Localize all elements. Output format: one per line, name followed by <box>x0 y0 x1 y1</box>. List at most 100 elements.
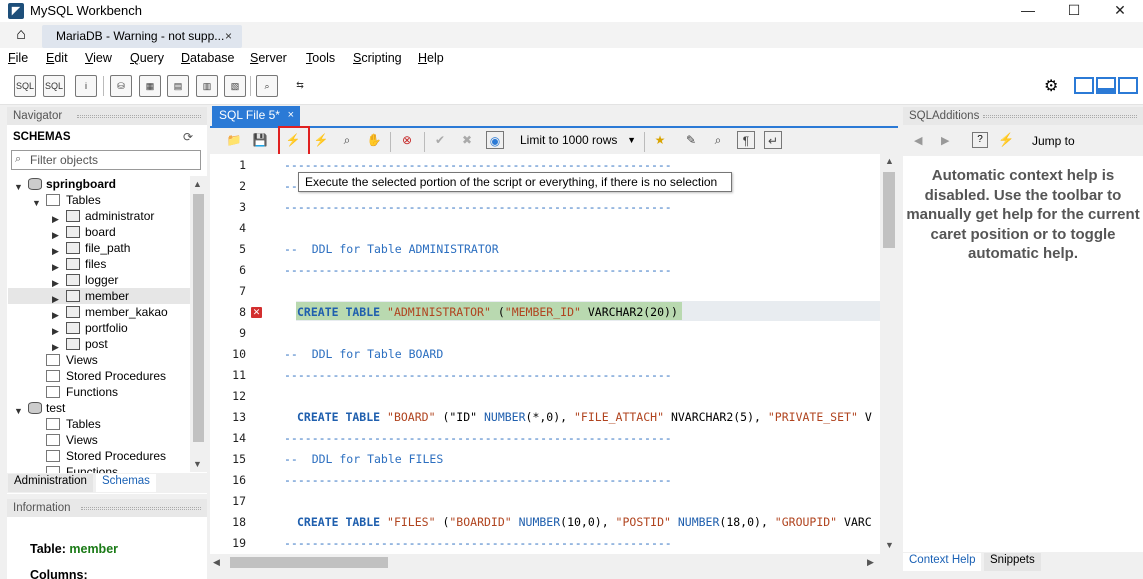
tab-schemas[interactable]: Schemas <box>96 474 156 492</box>
scroll-down-icon[interactable]: ▼ <box>193 459 202 469</box>
stop-icon[interactable]: ✋ <box>365 131 383 149</box>
scrollbar-thumb[interactable] <box>883 172 895 248</box>
execute-current-statement-icon[interactable]: ⚡ <box>312 131 330 149</box>
scrollbar-thumb[interactable] <box>193 194 204 442</box>
table-icon <box>66 210 80 222</box>
explain-icon[interactable]: ⌕ <box>338 131 356 149</box>
back-icon[interactable]: ◀ <box>914 134 922 147</box>
open-folder-icon[interactable]: 📁 <box>225 131 243 149</box>
menu-view[interactable]: View <box>85 51 112 65</box>
gear-icon[interactable]: ⚙ <box>1044 76 1058 96</box>
create-procedure-icon[interactable]: ▥ <box>196 75 218 97</box>
open-sql-script-icon[interactable]: SQL <box>43 75 65 97</box>
table-icon <box>66 290 80 302</box>
expand-arrow-icon[interactable]: ▼ <box>14 179 23 195</box>
add-snippet-icon[interactable]: ★ <box>651 131 669 149</box>
filter-input[interactable] <box>30 152 198 168</box>
line-number: 9 <box>239 326 246 340</box>
table-item[interactable]: board <box>85 224 116 240</box>
commit-icon[interactable]: ✔ <box>431 131 449 149</box>
close-icon[interactable]: × <box>225 25 232 47</box>
table-item[interactable]: administrator <box>85 208 154 224</box>
tab-snippets[interactable]: Snippets <box>984 553 1041 571</box>
home-icon[interactable]: ⌂ <box>6 24 36 46</box>
invisible-chars-icon[interactable]: ¶ <box>737 131 755 149</box>
table-item[interactable]: files <box>85 256 106 272</box>
close-icon[interactable]: × <box>288 106 294 125</box>
reconnect-icon[interactable]: ⇆ <box>289 75 311 97</box>
toggle-output-icon[interactable] <box>1096 77 1116 94</box>
schema-springboard[interactable]: springboard <box>46 176 116 192</box>
create-schema-icon[interactable]: ⛁ <box>110 75 132 97</box>
functions-node[interactable]: Functions <box>66 465 118 473</box>
tables-node[interactable]: Tables <box>66 416 101 432</box>
scroll-left-icon[interactable]: ◀ <box>213 557 220 568</box>
scroll-up-icon[interactable]: ▲ <box>885 156 894 166</box>
toggle-sidebar-icon[interactable] <box>1074 77 1094 94</box>
tab-administration[interactable]: Administration <box>8 474 93 492</box>
search-table-data-icon[interactable]: ⌕ <box>256 75 278 97</box>
menu-file[interactable]: File <box>8 51 28 65</box>
toggle-secondary-sidebar-icon[interactable] <box>1118 77 1138 94</box>
jump-to-label[interactable]: Jump to <box>1032 134 1075 148</box>
tab-sql-file[interactable]: SQL File 5* × <box>212 106 300 127</box>
table-icon <box>66 322 80 334</box>
minimize-button[interactable]: — <box>1005 0 1051 22</box>
schema-test[interactable]: test <box>46 400 65 416</box>
create-function-icon[interactable]: ▧ <box>224 75 246 97</box>
table-icon <box>66 338 80 350</box>
menu-server[interactable]: Server <box>250 51 287 65</box>
close-button[interactable]: ✕ <box>1097 0 1143 22</box>
connection-tab[interactable]: MariaDB - Warning - not supp... × <box>42 25 242 48</box>
database-icon <box>28 178 42 190</box>
table-item-selected[interactable]: member <box>85 288 129 304</box>
scrollbar-thumb[interactable] <box>230 557 388 568</box>
expand-arrow-icon[interactable]: ▼ <box>32 195 41 211</box>
functions-node[interactable]: Functions <box>66 384 118 400</box>
tables-folder-icon <box>46 418 60 430</box>
line-number: 17 <box>232 494 246 508</box>
execute-tooltip: Execute the selected portion of the scri… <box>298 172 732 192</box>
rollback-icon[interactable]: ✖ <box>458 131 476 149</box>
table-icon <box>66 226 80 238</box>
menu-edit[interactable]: Edit <box>46 51 68 65</box>
word-wrap-icon[interactable]: ↵ <box>764 131 782 149</box>
menu-tools[interactable]: Tools <box>306 51 335 65</box>
autocommit-icon[interactable]: ◉ <box>486 131 504 149</box>
refresh-icon[interactable]: ⟳ <box>183 130 193 144</box>
tab-context-help[interactable]: Context Help <box>903 553 982 571</box>
search-icon: ⌕ <box>15 153 22 165</box>
auto-help-icon[interactable]: ⚡ <box>998 132 1014 148</box>
limit-rows-select[interactable]: Limit to 1000 rows ▼ <box>516 131 640 150</box>
tables-node[interactable]: Tables <box>66 192 101 208</box>
sql-additions-toolbar <box>903 126 1143 156</box>
find-icon[interactable]: ⌕ <box>709 131 727 149</box>
scroll-up-icon[interactable]: ▲ <box>193 179 202 189</box>
menu-database[interactable]: Database <box>181 51 235 65</box>
table-item[interactable]: logger <box>85 272 118 288</box>
create-table-icon[interactable]: ▦ <box>139 75 161 97</box>
inspector-icon[interactable]: i <box>75 75 97 97</box>
save-icon[interactable]: 💾 <box>251 131 269 149</box>
views-node[interactable]: Views <box>66 432 98 448</box>
scroll-down-icon[interactable]: ▼ <box>885 540 894 550</box>
manual-help-icon[interactable]: ? <box>972 132 988 148</box>
table-item[interactable]: portfolio <box>85 320 128 336</box>
table-item[interactable]: file_path <box>85 240 130 256</box>
new-sql-tab-icon[interactable]: SQL <box>14 75 36 97</box>
table-item[interactable]: member_kakao <box>85 304 168 320</box>
create-view-icon[interactable]: ▤ <box>167 75 189 97</box>
scroll-right-icon[interactable]: ▶ <box>867 557 874 568</box>
expand-arrow-icon[interactable]: ▼ <box>14 403 23 419</box>
stop-on-error-icon[interactable]: ⊗ <box>398 131 416 149</box>
stored-procedures-node[interactable]: Stored Procedures <box>66 448 166 464</box>
menu-scripting[interactable]: Scripting <box>353 51 402 65</box>
beautify-icon[interactable]: ✎ <box>682 131 700 149</box>
menu-query[interactable]: Query <box>130 51 164 65</box>
views-node[interactable]: Views <box>66 352 98 368</box>
table-item[interactable]: post <box>85 336 108 352</box>
forward-icon[interactable]: ▶ <box>941 134 949 147</box>
stored-procedures-node[interactable]: Stored Procedures <box>66 368 166 384</box>
maximize-button[interactable]: ☐ <box>1051 0 1097 22</box>
menu-help[interactable]: Help <box>418 51 444 65</box>
